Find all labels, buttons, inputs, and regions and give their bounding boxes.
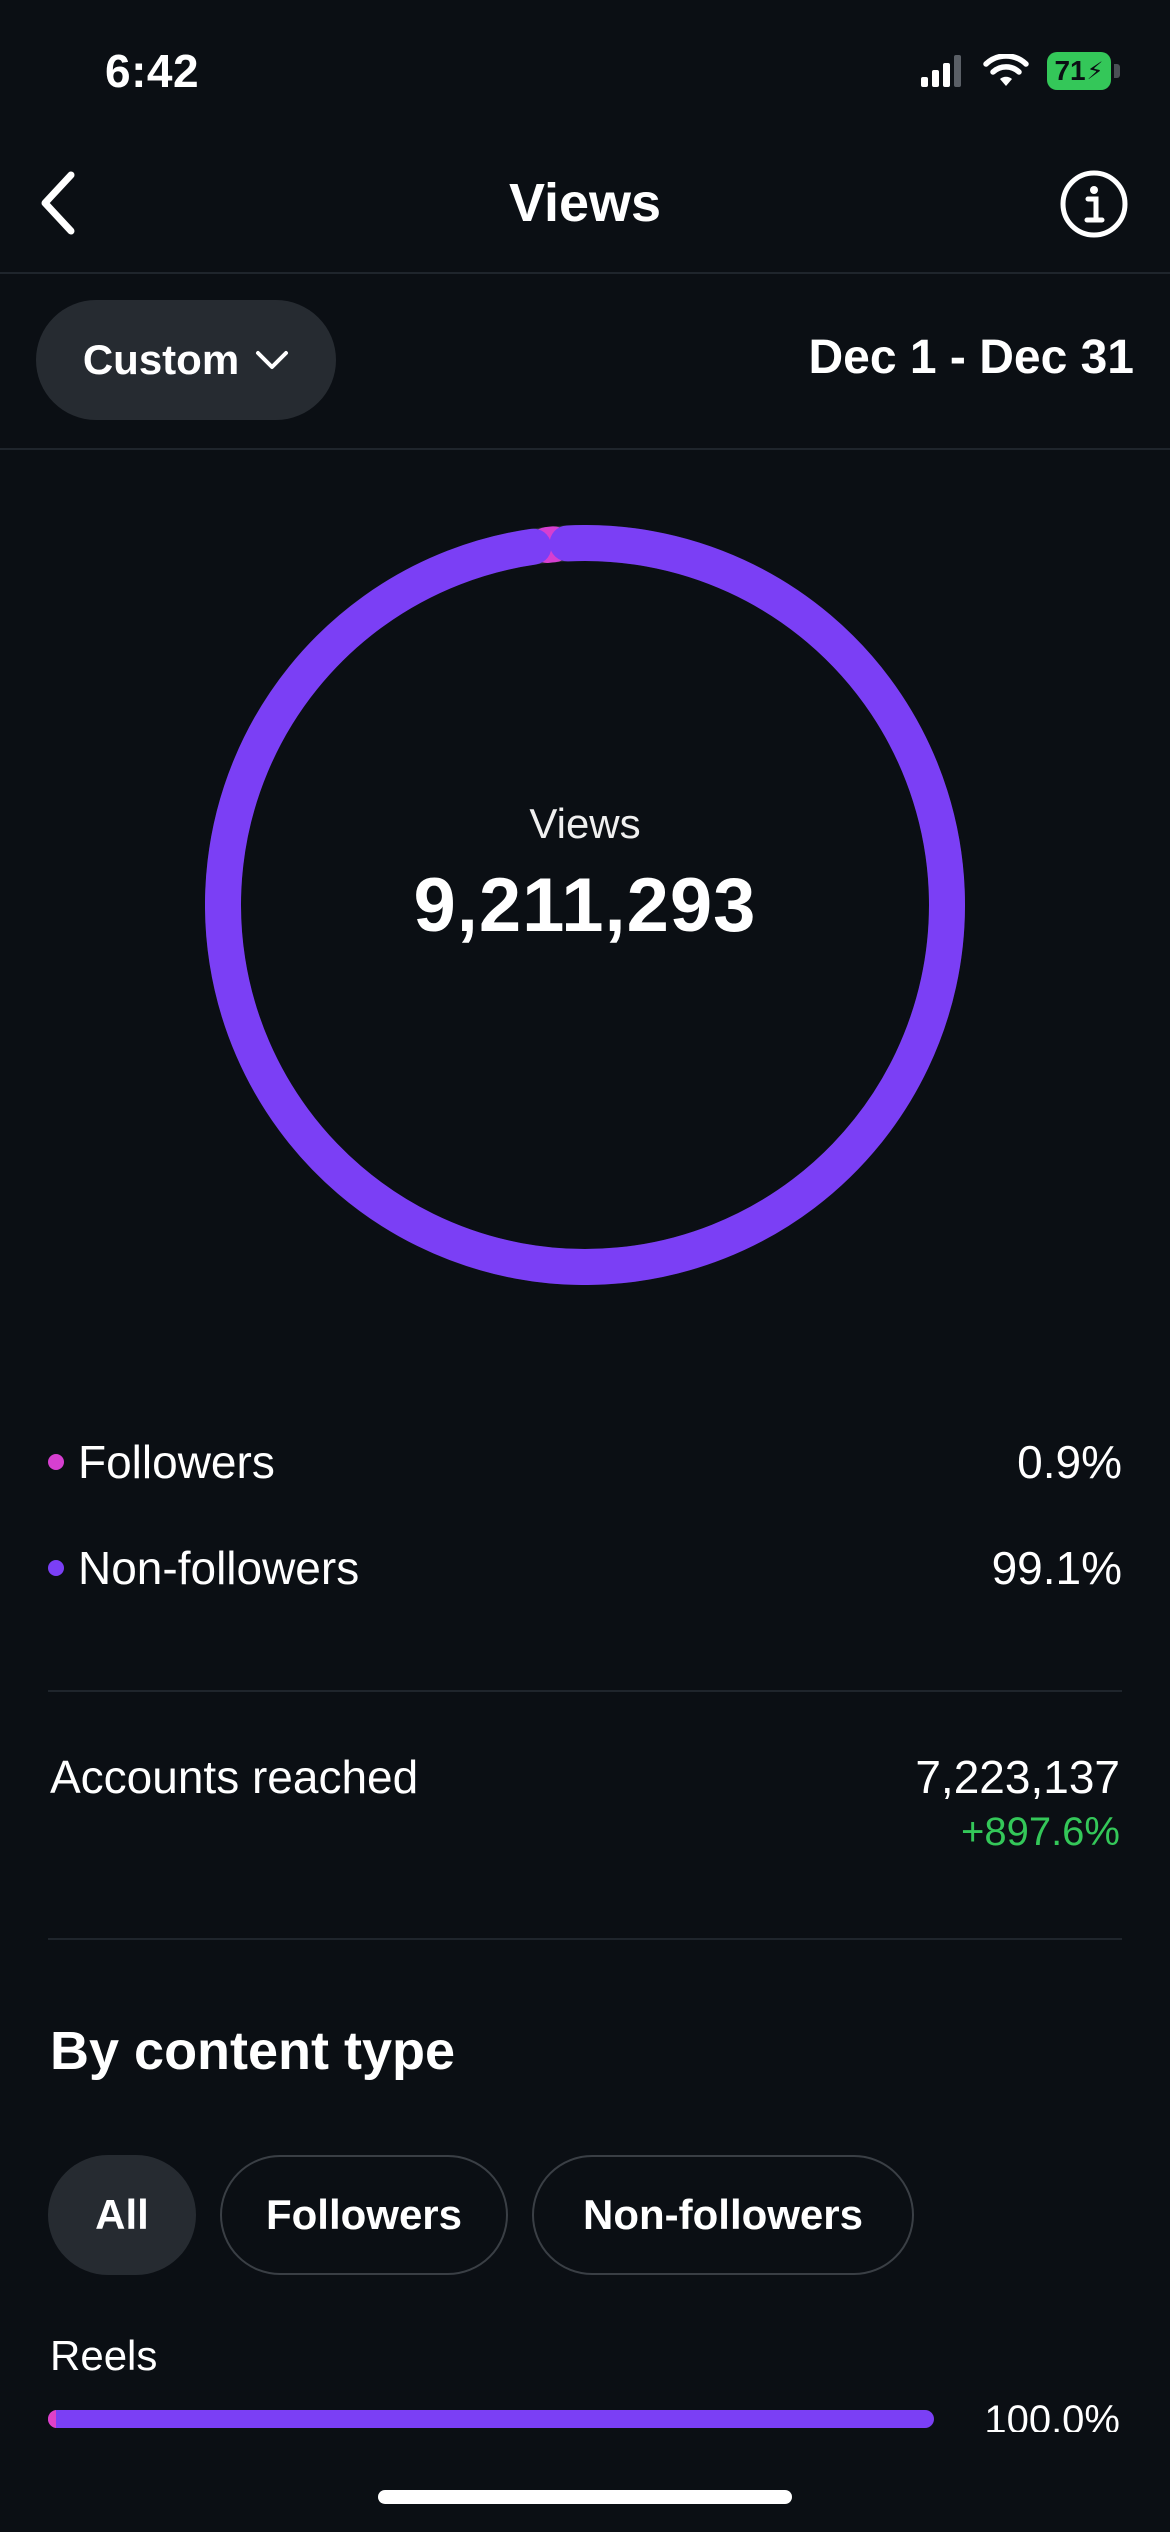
page-title: Views — [508, 173, 662, 233]
status-icons: 71 ⚡ — [921, 52, 1120, 90]
section-divider — [48, 1690, 1122, 1692]
battery-icon: 71 ⚡ — [1047, 52, 1120, 90]
accounts-reached-value: 7,223,137 — [915, 1751, 1120, 1803]
legend-item-non-followers: Non-followers 99.1% — [48, 1541, 1122, 1595]
tab-followers[interactable]: Followers — [220, 2155, 508, 2275]
content-row-bar — [48, 2410, 934, 2428]
home-indicator — [378, 2490, 792, 2504]
tab-non-followers[interactable]: Non-followers — [532, 2155, 914, 2275]
info-icon — [1060, 170, 1128, 238]
content-type-title: By content type — [50, 2021, 456, 2081]
accounts-reached-label: Accounts reached — [50, 1751, 419, 1803]
legend-item-followers: Followers 0.9% — [48, 1435, 1122, 1489]
legend-dot — [48, 1454, 64, 1470]
content-row-value: 100.0% — [984, 2398, 1120, 2432]
wifi-icon — [983, 54, 1029, 86]
cellular-signal-icon — [921, 55, 961, 87]
filter-divider — [0, 448, 1170, 450]
legend-value: 0.9% — [1017, 1436, 1122, 1488]
chevron-down-icon — [256, 351, 289, 369]
tab-all[interactable]: All — [48, 2155, 196, 2275]
bar-followers-segment — [48, 2410, 56, 2428]
legend-value: 99.1% — [991, 1542, 1122, 1594]
donut-center-value: 9,211,293 — [413, 863, 757, 948]
donut-center-label: Views — [529, 800, 641, 847]
legend-dot — [48, 1560, 64, 1576]
accounts-reached-change: +897.6% — [960, 1810, 1120, 1854]
section-divider — [48, 1938, 1122, 1940]
content-type-tabs: All Followers Non-followers — [48, 2155, 914, 2275]
date-range[interactable]: Dec 1 - Dec 31 — [808, 330, 1134, 385]
battery-level: 71 — [1054, 55, 1086, 86]
header-divider — [0, 272, 1170, 274]
info-button[interactable] — [1058, 168, 1130, 240]
legend-label: Followers — [78, 1436, 275, 1488]
period-dropdown[interactable]: Custom — [36, 300, 336, 420]
status-time: 6:42 — [105, 45, 200, 97]
period-label: Custom — [82, 336, 240, 383]
legend-label: Non-followers — [78, 1542, 360, 1594]
content-row-label: Reels — [50, 2332, 158, 2379]
